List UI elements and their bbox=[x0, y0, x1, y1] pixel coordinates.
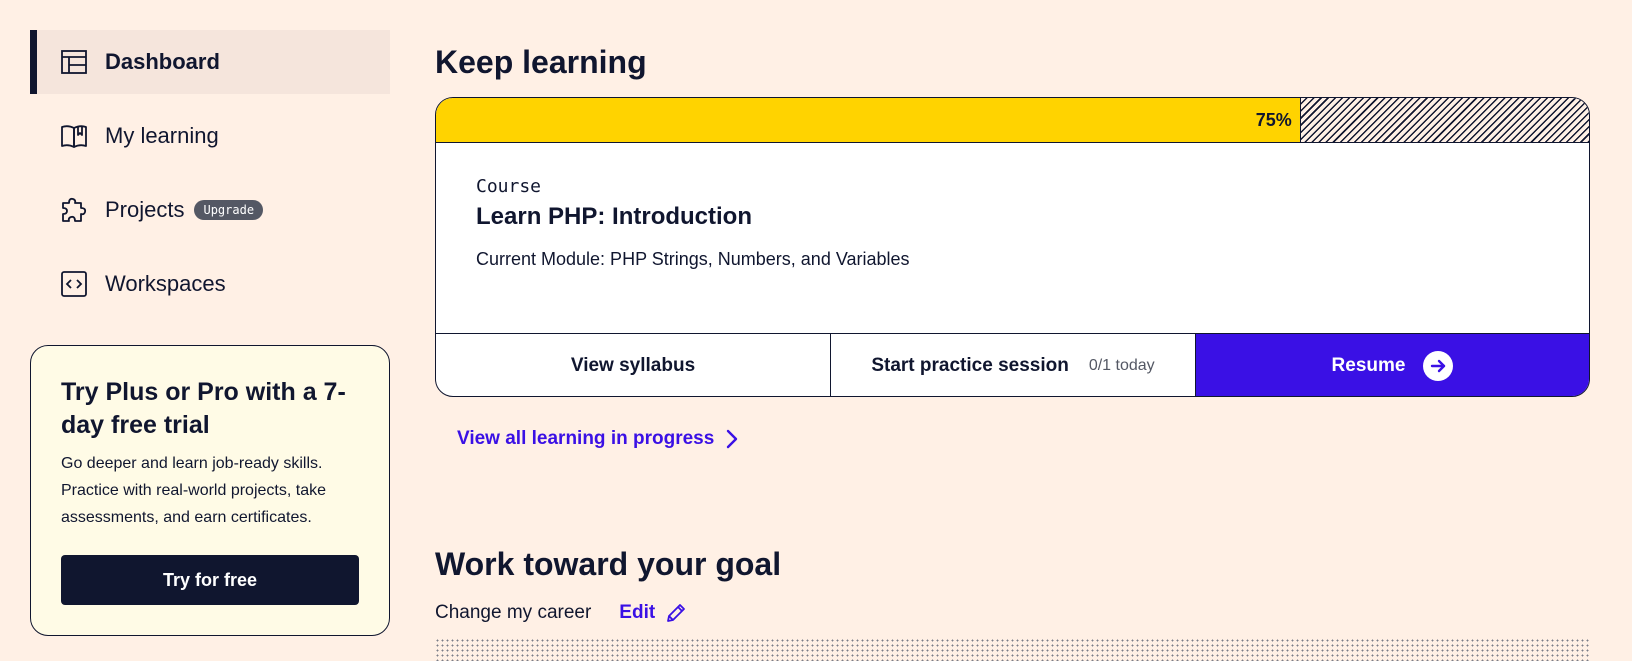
dashboard-page: Dashboard My learning Projects Upgrade W… bbox=[0, 0, 1632, 661]
course-body: Course Learn PHP: Introduction Current M… bbox=[436, 143, 1589, 333]
sidebar-item-label: My learning bbox=[105, 123, 219, 148]
course-card: 75% Course Learn PHP: Introduction Curre… bbox=[435, 97, 1590, 397]
try-for-free-button[interactable]: Try for free bbox=[61, 555, 359, 605]
puzzle-icon bbox=[59, 195, 89, 225]
progress-fill: 75% bbox=[436, 98, 1301, 142]
resume-label: Resume bbox=[1331, 355, 1406, 376]
dashboard-icon bbox=[59, 47, 89, 77]
sidebar-item-workspaces[interactable]: Workspaces bbox=[30, 252, 390, 316]
view-syllabus-label: View syllabus bbox=[570, 355, 696, 376]
progress-label: 75% bbox=[1255, 110, 1292, 130]
chevron-right-icon bbox=[726, 429, 738, 449]
goal-row: Change my career Edit bbox=[435, 602, 687, 624]
view-syllabus-button[interactable]: View syllabus bbox=[436, 334, 831, 396]
upgrade-badge[interactable]: Upgrade bbox=[194, 200, 264, 220]
view-all-learning-link[interactable]: View all learning in progress bbox=[457, 428, 738, 450]
current-module: Current Module: PHP Strings, Numbers, an… bbox=[476, 249, 910, 269]
trial-title: Try Plus or Pro with a 7-day free trial bbox=[61, 378, 346, 439]
arrow-right-icon bbox=[1423, 351, 1454, 381]
resume-button[interactable]: Resume bbox=[1196, 334, 1589, 396]
book-icon bbox=[59, 121, 89, 151]
goal-title: Work toward your goal bbox=[435, 546, 782, 582]
sidebar: Dashboard My learning Projects Upgrade W… bbox=[30, 30, 390, 326]
sidebar-item-label: Workspaces bbox=[105, 271, 226, 296]
goal-text: Change my career bbox=[435, 602, 592, 623]
view-all-label: View all learning in progress bbox=[457, 428, 715, 449]
sidebar-item-projects[interactable]: Projects Upgrade bbox=[30, 178, 390, 242]
trial-card: Try Plus or Pro with a 7-day free trial … bbox=[30, 345, 390, 636]
start-practice-label: Start practice session bbox=[871, 355, 1069, 376]
sidebar-item-my-learning[interactable]: My learning bbox=[30, 104, 390, 168]
code-icon bbox=[59, 269, 89, 299]
trial-description: Go deeper and learn job-ready skills. Pr… bbox=[61, 455, 326, 526]
progress-bar: 75% bbox=[436, 98, 1589, 143]
practice-count: 0/1 today bbox=[1088, 357, 1155, 374]
pencil-icon bbox=[665, 602, 687, 624]
keep-learning-title: Keep learning bbox=[435, 44, 647, 80]
course-type: Course bbox=[476, 176, 542, 197]
start-practice-button[interactable]: Start practice session 0/1 today bbox=[831, 334, 1196, 396]
sidebar-item-label: Projects bbox=[105, 197, 185, 222]
edit-label: Edit bbox=[619, 602, 656, 623]
sidebar-item-label: Dashboard bbox=[105, 49, 220, 74]
goal-panel bbox=[435, 638, 1590, 661]
course-name[interactable]: Learn PHP: Introduction bbox=[476, 203, 1549, 231]
sidebar-item-dashboard[interactable]: Dashboard bbox=[30, 30, 390, 94]
edit-goal-button[interactable]: Edit bbox=[619, 602, 687, 624]
course-actions: View syllabus Start practice session 0/1… bbox=[436, 333, 1589, 396]
